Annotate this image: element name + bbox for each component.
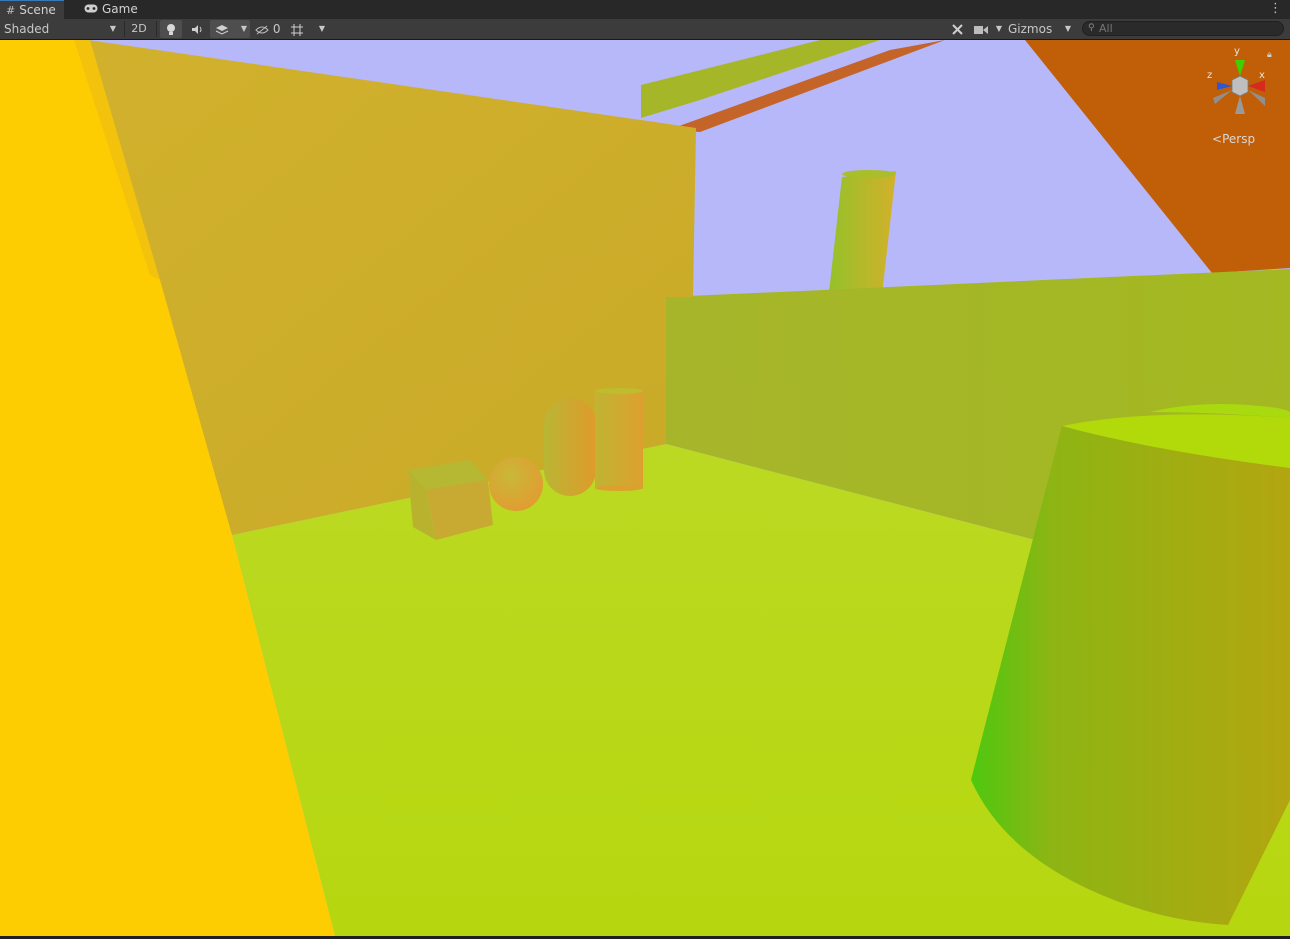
search-input[interactable] bbox=[1099, 22, 1279, 35]
tab-game[interactable]: Game bbox=[78, 0, 146, 19]
hidden-count: 0 bbox=[272, 22, 281, 36]
sphere bbox=[489, 457, 543, 511]
gizmos-dropdown[interactable]: Gizmos ▼ bbox=[1008, 20, 1074, 38]
toggle-2d-label: 2D bbox=[131, 22, 147, 35]
chevron-down-icon: ▼ bbox=[240, 24, 247, 33]
chevron-down-icon: ▼ bbox=[995, 24, 1002, 33]
axis-label-y: y bbox=[1234, 46, 1240, 57]
axis-label-z: z bbox=[1207, 70, 1213, 81]
eye-hidden-icon bbox=[255, 22, 273, 36]
axis-label-x: x bbox=[1259, 70, 1265, 81]
divider bbox=[124, 21, 125, 37]
tab-scene[interactable]: # Scene bbox=[0, 0, 64, 19]
projection-label: Persp bbox=[1222, 132, 1256, 146]
toggle-2d-button[interactable]: 2D bbox=[128, 20, 150, 38]
tab-game-label: Game bbox=[102, 2, 138, 16]
search-icon: ⚲ bbox=[1088, 23, 1095, 33]
cube bbox=[408, 460, 493, 540]
cylinder bbox=[595, 388, 643, 491]
camera-icon bbox=[974, 20, 988, 38]
capsule bbox=[544, 398, 596, 496]
hidden-objects-toggle[interactable]: 0 bbox=[255, 20, 285, 38]
scene-lighting-button[interactable] bbox=[160, 20, 182, 38]
projection-toggle[interactable]: <Persp bbox=[1212, 132, 1255, 146]
gamepad-icon bbox=[84, 0, 98, 19]
camera-settings-dropdown[interactable]: ▼ bbox=[972, 20, 1004, 38]
chevron-down-icon: ▼ bbox=[1064, 24, 1071, 33]
scene-effects-dropdown[interactable]: ▼ bbox=[210, 20, 250, 38]
speaker-icon bbox=[191, 22, 204, 36]
scene-audio-button[interactable] bbox=[186, 20, 208, 38]
effects-layers-icon bbox=[215, 20, 229, 38]
scene-toolbar: Shaded ▼ 2D ▼ 0 ▼ ▼ Gizmos ▼ ⚲ All bbox=[0, 19, 1290, 40]
lock-icon[interactable]: 🔒︎ bbox=[1267, 50, 1272, 60]
gizmos-label: Gizmos bbox=[1008, 22, 1053, 36]
grid-visibility-icon bbox=[290, 20, 306, 38]
back-pillar-top bbox=[842, 170, 896, 178]
grid-snap-dropdown[interactable]: ▼ bbox=[288, 20, 328, 38]
kebab-menu-icon[interactable]: ⋮ bbox=[1269, 1, 1282, 16]
tools-button[interactable] bbox=[948, 20, 966, 38]
wrench-icon bbox=[951, 22, 964, 36]
perspective-icon: < bbox=[1212, 132, 1223, 146]
chevron-down-icon: ▼ bbox=[109, 24, 116, 33]
scene-viewport[interactable]: y x z 🔒︎ <Persp bbox=[0, 40, 1290, 936]
draw-mode-dropdown[interactable]: Shaded ▼ bbox=[4, 20, 118, 38]
search-field[interactable]: ⚲ bbox=[1082, 21, 1284, 36]
grid-icon: # bbox=[6, 4, 16, 17]
chevron-down-icon: ▼ bbox=[318, 24, 325, 33]
divider bbox=[156, 21, 157, 37]
tab-scene-label: Scene bbox=[19, 3, 56, 17]
draw-mode-label: Shaded bbox=[4, 22, 50, 36]
tab-bar: # Scene Game ⋮ bbox=[0, 0, 1290, 19]
orientation-gizmo[interactable]: y x z bbox=[1205, 46, 1275, 126]
lightbulb-icon bbox=[166, 22, 176, 36]
scene-render bbox=[0, 40, 1290, 936]
